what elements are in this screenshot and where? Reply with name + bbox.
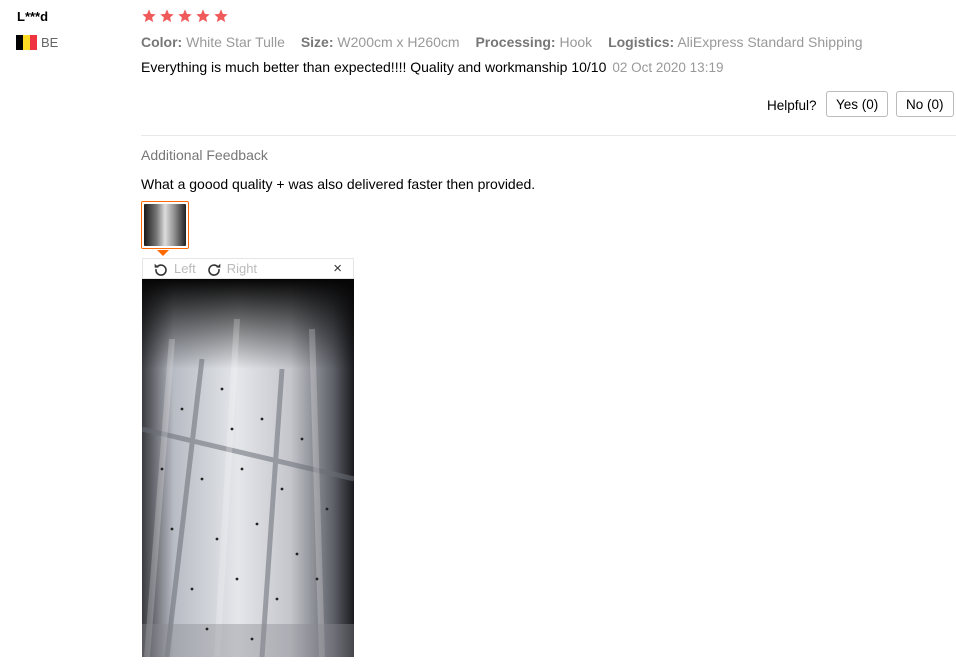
order-attributes: Color: White Star Tulle Size: W200cm x H… bbox=[141, 34, 875, 50]
additional-feedback-text: What a goood quality + was also delivere… bbox=[141, 176, 536, 192]
rotate-left-button[interactable]: Left bbox=[153, 261, 196, 277]
attr-processing: Processing: Hook bbox=[475, 34, 593, 50]
attr-logistics: Logistics: AliExpress Standard Shipping bbox=[608, 34, 863, 50]
helpful-yes-button[interactable]: Yes (0) bbox=[826, 91, 889, 117]
divider bbox=[141, 135, 956, 136]
attr-color: Color: White Star Tulle bbox=[141, 34, 285, 50]
star-icon bbox=[214, 9, 228, 23]
star-icon bbox=[160, 9, 174, 23]
review-date: 02 Oct 2020 13:19 bbox=[612, 60, 724, 75]
reviewer-country: BE bbox=[16, 35, 58, 50]
rotate-right-icon bbox=[207, 263, 221, 276]
reviewer-name: L***d bbox=[17, 9, 49, 24]
review-photo-curtain bbox=[142, 279, 354, 657]
review-photo-thumbnail[interactable] bbox=[141, 201, 189, 249]
review-content: Everything is much better than expected!… bbox=[141, 59, 723, 75]
rotate-left-icon bbox=[154, 263, 167, 276]
star-icon bbox=[196, 9, 210, 23]
star-icon bbox=[142, 9, 156, 23]
review-text: Everything is much better than expected!… bbox=[141, 59, 607, 75]
close-icon[interactable]: × bbox=[333, 260, 342, 277]
thumbnail-pointer bbox=[157, 250, 169, 256]
photo-viewer-toolbar: Left Right × bbox=[142, 258, 354, 279]
star-rating bbox=[141, 8, 229, 24]
helpful-no-button[interactable]: No (0) bbox=[896, 91, 954, 117]
country-code: BE bbox=[41, 35, 59, 50]
star-icon bbox=[178, 9, 192, 23]
helpful-label: Helpful? bbox=[767, 98, 817, 113]
rotate-right-button[interactable]: Right bbox=[206, 261, 257, 277]
belgium-flag-icon bbox=[16, 35, 37, 50]
attr-size: Size: W200cm x H260cm bbox=[300, 34, 460, 50]
additional-feedback-title: Additional Feedback bbox=[141, 147, 268, 163]
